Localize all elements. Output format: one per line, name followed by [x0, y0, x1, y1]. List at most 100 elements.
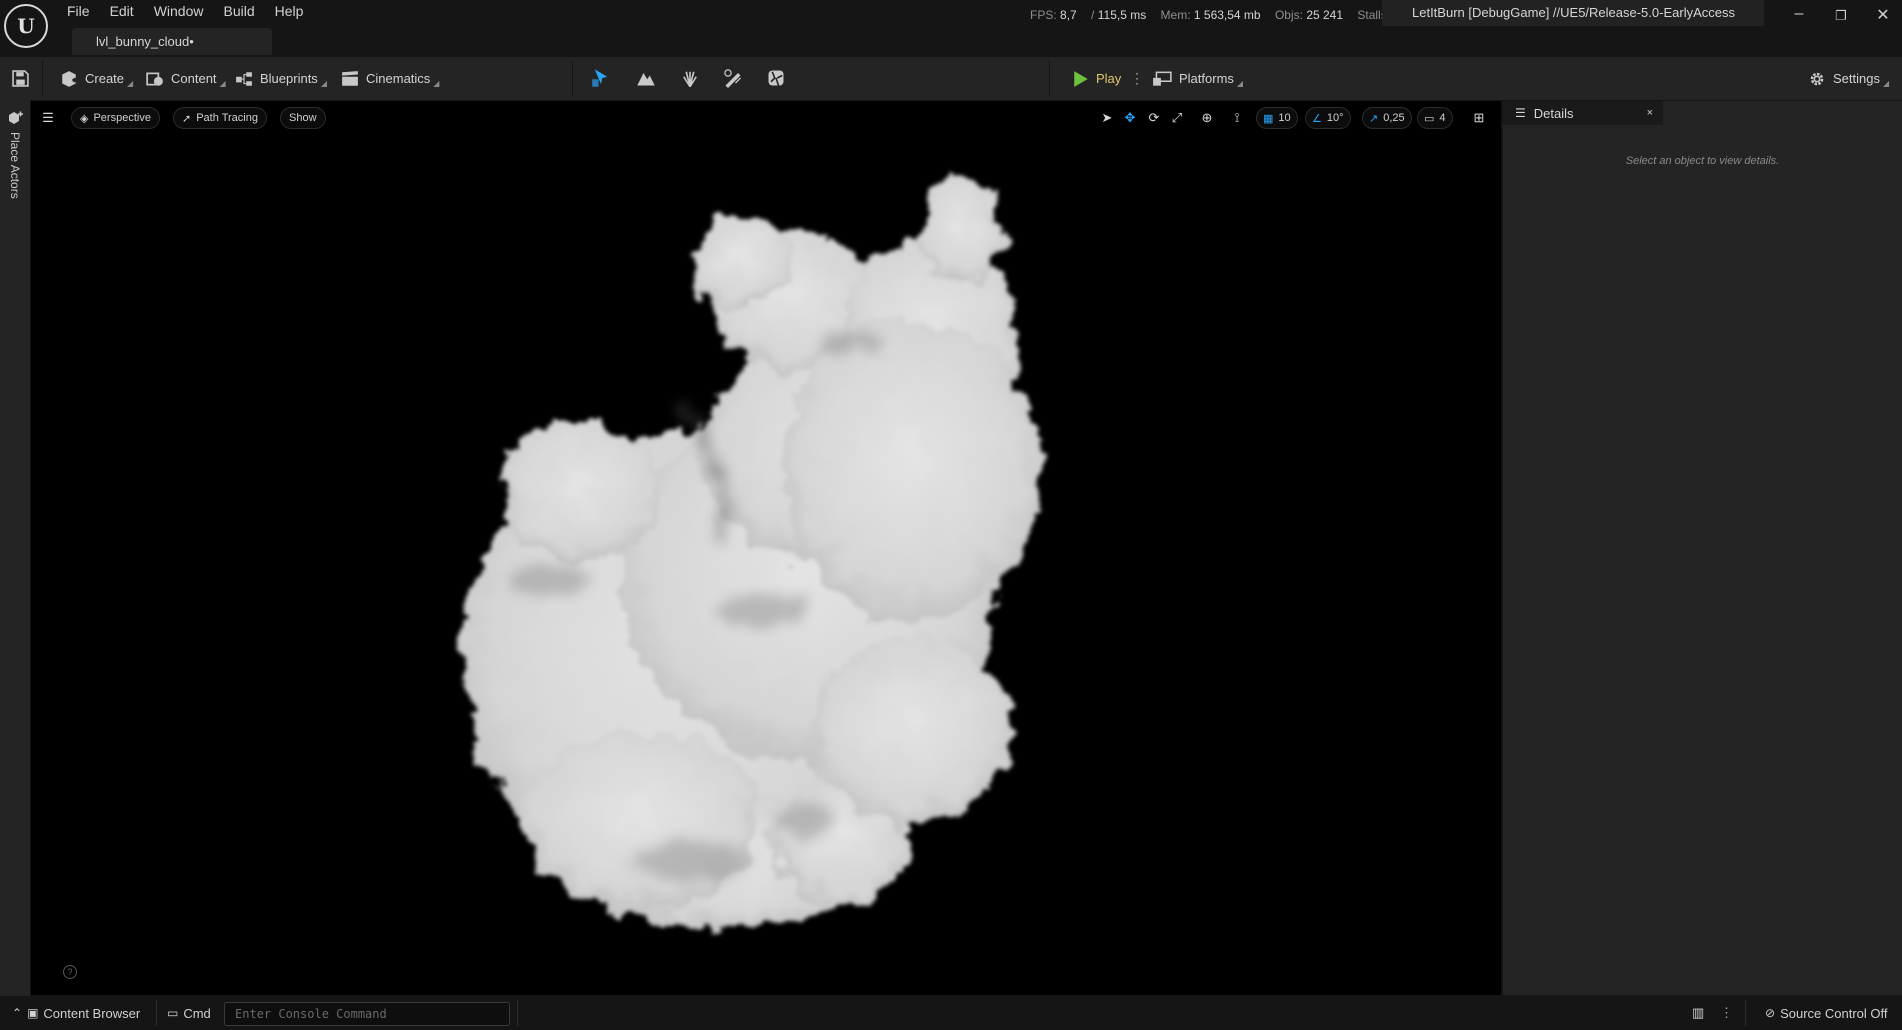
place-actors-tab[interactable]: Place Actors — [8, 132, 22, 199]
foliage-mode-icon[interactable] — [678, 68, 702, 90]
performance-stats: FPS: 8,7 / 115,5 ms Mem: 1 563,54 mb Obj… — [1030, 8, 1411, 22]
chevron-down-icon: ◢ — [127, 79, 134, 88]
close-window-button[interactable]: ✕ — [1868, 5, 1898, 25]
restore-button[interactable]: ❐ — [1826, 8, 1856, 24]
perspective-label: Perspective — [93, 112, 151, 124]
console-command-input[interactable] — [224, 1002, 510, 1026]
view-mode-label: Path Tracing — [196, 112, 258, 124]
objs-label: Objs: — [1274, 8, 1303, 22]
mesh-paint-mode-icon[interactable] — [721, 68, 745, 90]
rotation-snap-button[interactable]: ∠ 10° — [1305, 107, 1351, 129]
close-icon[interactable]: × — [1647, 107, 1653, 119]
scale-snap-icon: ↗ — [1369, 112, 1379, 125]
place-actors-icon — [9, 111, 23, 124]
unreal-logo-icon[interactable]: U — [4, 4, 48, 48]
terminal-icon: ▭ — [167, 1006, 179, 1020]
cube-icon: ◈ — [80, 112, 89, 125]
level-viewport[interactable]: ☰ ◈ Perspective ➚ Path Tracing Show ➤ ✥ … — [31, 101, 1501, 995]
platforms-label: Platforms — [1179, 71, 1234, 86]
menu-build[interactable]: Build — [213, 0, 264, 22]
status-options-icon[interactable]: ⋮ — [1720, 996, 1733, 1030]
details-icon: ☰ — [1515, 106, 1526, 120]
details-panel: ☰ Details × Select an object to view det… — [1503, 101, 1902, 995]
fracture-mode-icon[interactable] — [764, 68, 788, 90]
translate-tool-icon[interactable]: ✥ — [1120, 108, 1140, 128]
create-label: Create — [85, 71, 125, 86]
cmd-label: Cmd — [183, 1005, 211, 1021]
menu-help[interactable]: Help — [265, 0, 314, 22]
grid-icon: ▦ — [1263, 112, 1274, 125]
kebab-menu-icon: ⋮ — [1130, 70, 1144, 86]
settings-button[interactable]: Settings ◢ — [1808, 57, 1889, 100]
cinematics-label: Cinematics — [366, 71, 431, 86]
rotate-tool-icon[interactable]: ⟳ — [1144, 108, 1164, 128]
toolbar-divider — [572, 61, 573, 96]
content-button[interactable]: Content ◢ — [146, 57, 226, 100]
details-empty-message: Select an object to view details. — [1625, 155, 1780, 167]
toolbar-divider — [1049, 61, 1050, 96]
menu-edit[interactable]: Edit — [100, 0, 144, 22]
help-icon[interactable]: ? — [63, 965, 77, 979]
source-control-button[interactable]: ⊘ Source Control Off — [1765, 996, 1887, 1030]
camera-speed-value: 4 — [1439, 112, 1446, 124]
view-mode-button[interactable]: ➚ Path Tracing — [173, 107, 267, 129]
camera-speed-button[interactable]: ▭ 4 — [1417, 107, 1453, 129]
content-browser-label: Content Browser — [43, 1005, 141, 1021]
menu-file[interactable]: File — [57, 0, 100, 22]
title-bar: U File Edit Window Build Help lvl_bunny_… — [0, 0, 1902, 57]
world-space-icon[interactable]: ⊕ — [1197, 108, 1217, 128]
path-tracing-icon: ➚ — [182, 112, 192, 125]
minimize-button[interactable]: – — [1784, 5, 1814, 23]
content-browser-button[interactable]: ⌃ ▣ Content Browser — [12, 996, 140, 1030]
content-browser-icon: ▣ — [27, 1006, 39, 1020]
viewport-layout-icon[interactable]: ⊞ — [1469, 108, 1489, 128]
grid-snap-value: 10 — [1278, 112, 1291, 124]
settings-label: Settings — [1833, 71, 1880, 86]
select-mode-icon[interactable] — [589, 68, 613, 90]
select-tool-icon[interactable]: ➤ — [1097, 108, 1117, 128]
scale-snap-button[interactable]: ↗ 0,25 — [1362, 107, 1412, 129]
clapperboard-icon — [342, 70, 358, 86]
chevron-down-icon: ◢ — [433, 79, 440, 88]
chevron-down-icon: ◢ — [1236, 79, 1244, 88]
viewport-menu-icon[interactable]: ☰ — [38, 108, 58, 128]
main-toolbar: Create ◢ Content ◢ Blueprints ◢ Cinematics ◢… — [0, 57, 1902, 100]
landscape-mode-icon[interactable] — [634, 68, 658, 90]
create-cube-icon — [62, 70, 77, 87]
scale-snap-value: 0,25 — [1383, 112, 1405, 124]
surface-snapping-icon[interactable]: ⟟ — [1227, 108, 1247, 128]
show-button[interactable]: Show — [280, 107, 326, 129]
platforms-button[interactable]: Platforms ◢ — [1152, 57, 1243, 100]
derived-data-icon[interactable]: ▥ — [1692, 996, 1704, 1030]
blueprints-button[interactable]: Blueprints ◢ — [235, 57, 327, 100]
status-divider — [1745, 1000, 1746, 1026]
status-divider — [517, 1000, 518, 1026]
play-label: Play — [1096, 71, 1122, 86]
blueprints-label: Blueprints — [260, 71, 318, 86]
place-actors-button[interactable] — [8, 110, 24, 129]
status-divider — [156, 1000, 157, 1026]
show-label: Show — [289, 112, 317, 124]
menu-window[interactable]: Window — [144, 0, 214, 22]
create-button[interactable]: Create ◢ — [60, 57, 133, 100]
save-button[interactable] — [12, 57, 29, 100]
play-options-button[interactable]: ⋮ — [1130, 57, 1144, 100]
project-title: LetItBurn [DebugGame] //UE5/Release-5.0-… — [1382, 0, 1764, 26]
level-tab[interactable]: lvl_bunny_cloud• — [72, 28, 272, 55]
camera-icon: ▭ — [1424, 112, 1435, 125]
play-button[interactable]: Play — [1073, 57, 1121, 100]
perspective-button[interactable]: ◈ Perspective — [71, 107, 160, 129]
cinematics-button[interactable]: Cinematics ◢ — [341, 57, 439, 100]
cmd-button[interactable]: ▭ Cmd — [167, 996, 211, 1030]
details-tab[interactable]: ☰ Details × — [1503, 101, 1663, 125]
mem-label: Mem: — [1160, 8, 1191, 22]
chevron-up-icon: ⌃ — [12, 1006, 23, 1020]
details-tab-label: Details — [1533, 105, 1574, 121]
content-label: Content — [171, 71, 217, 86]
grid-snap-button[interactable]: ▦ 10 — [1256, 107, 1298, 129]
chevron-down-icon: ◢ — [219, 79, 226, 88]
content-icon — [146, 72, 163, 86]
scale-tool-icon[interactable]: ⤢ — [1167, 108, 1187, 128]
chevron-down-icon: ◢ — [320, 79, 327, 88]
fps-value: 8,7 — [1060, 8, 1077, 22]
